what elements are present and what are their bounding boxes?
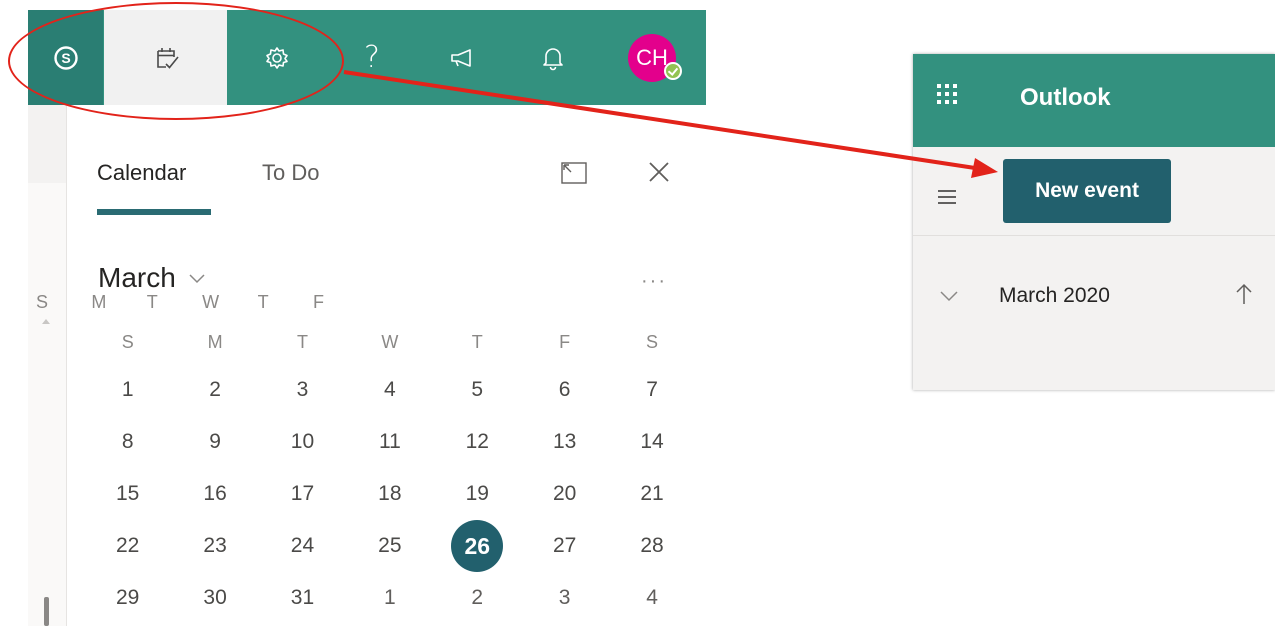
- calendar-day[interactable]: 12: [434, 416, 521, 468]
- close-icon[interactable]: [645, 158, 673, 186]
- calendar-day[interactable]: 17: [259, 468, 346, 520]
- help-icon: ?: [364, 40, 380, 75]
- day-header: T: [296, 331, 308, 352]
- active-tab-indicator: [97, 209, 211, 215]
- day-header: T: [471, 331, 483, 352]
- tab-calendar[interactable]: Calendar: [97, 160, 186, 186]
- new-event-button[interactable]: New event: [1003, 159, 1171, 223]
- calendar-toolbar: New event: [913, 147, 1275, 236]
- day-header: M: [207, 331, 223, 352]
- calendar-day[interactable]: 20: [521, 468, 608, 520]
- calendar-day[interactable]: 18: [346, 468, 433, 520]
- app-title: Outlook: [1020, 84, 1111, 111]
- calendar-day[interactable]: 2: [171, 364, 258, 416]
- arrow-up-icon[interactable]: [1235, 282, 1253, 306]
- calendar-day-next-month[interactable]: 4: [608, 572, 695, 624]
- avatar: CH: [628, 33, 682, 82]
- chevron-down-icon[interactable]: [939, 290, 959, 302]
- account-button[interactable]: CH: [624, 10, 682, 105]
- calendar-day-next-month[interactable]: 3: [521, 572, 608, 624]
- calendar-day[interactable]: 9: [171, 416, 258, 468]
- outlook-day-headers: S M T W T F: [36, 292, 368, 313]
- bell-icon: [543, 47, 563, 70]
- calendar-day[interactable]: 15: [84, 468, 171, 520]
- day-header: F: [559, 331, 571, 352]
- calendar-day[interactable]: 27: [521, 520, 608, 572]
- megaphone-icon: [451, 48, 471, 67]
- month-year-label[interactable]: March 2020: [999, 284, 1110, 308]
- tab-todo[interactable]: To Do: [262, 160, 319, 186]
- month-picker[interactable]: March: [98, 262, 206, 294]
- outlook-calendar-view: Outlook New event March 2020: [913, 54, 1275, 390]
- scrollbar-thumb[interactable]: [44, 597, 49, 626]
- calendar-day[interactable]: 7: [608, 364, 695, 416]
- calendar-day[interactable]: 8: [84, 416, 171, 468]
- day-header: S: [646, 331, 659, 352]
- day-header: F: [312, 292, 324, 312]
- day-header: M: [91, 292, 107, 312]
- calendar-day[interactable]: 29: [84, 572, 171, 624]
- calendar-day[interactable]: 30: [171, 572, 258, 624]
- calendar-day-next-month[interactable]: 1: [346, 572, 433, 624]
- day-header: W: [202, 292, 220, 312]
- day-header: T: [146, 292, 158, 312]
- mail-list-header-band: [28, 105, 66, 183]
- whats-new-button[interactable]: [417, 10, 507, 105]
- day-header: S: [121, 331, 134, 352]
- app-launcher-icon[interactable]: [935, 82, 959, 106]
- day-header: W: [381, 331, 399, 352]
- mini-calendar-header: March 2020: [913, 278, 1275, 318]
- calendar-day[interactable]: 14: [608, 416, 695, 468]
- calendar-day-today[interactable]: 26: [434, 520, 521, 572]
- app-header: Outlook: [913, 54, 1275, 147]
- presence-available-icon: [664, 61, 682, 80]
- calendar-day[interactable]: 3: [259, 364, 346, 416]
- calendar-day[interactable]: 22: [84, 520, 171, 572]
- calendar-day[interactable]: 21: [608, 468, 695, 520]
- calendar-day[interactable]: 13: [521, 416, 608, 468]
- annotation-ellipse: [8, 2, 344, 120]
- day-header: T: [257, 292, 269, 312]
- calendar-day[interactable]: 4: [346, 364, 433, 416]
- chevron-down-icon: [189, 274, 205, 284]
- calendar-day-next-month[interactable]: 2: [434, 572, 521, 624]
- calendar-day[interactable]: 10: [259, 416, 346, 468]
- calendar-day[interactable]: 23: [171, 520, 258, 572]
- calendar-day[interactable]: 16: [171, 468, 258, 520]
- expand-icon[interactable]: [561, 162, 587, 184]
- calendar-day[interactable]: 11: [346, 416, 433, 468]
- avatar-initials: CH: [636, 44, 668, 70]
- scroll-up-arrow-icon[interactable]: [42, 319, 50, 324]
- calendar-day[interactable]: 1: [84, 364, 171, 416]
- calendar-day[interactable]: 25: [346, 520, 433, 572]
- mail-list-edge: [28, 105, 67, 626]
- more-options-button[interactable]: ···: [641, 270, 667, 293]
- notifications-button[interactable]: [507, 10, 599, 105]
- day-header: S: [36, 292, 49, 312]
- calendar-day[interactable]: 19: [434, 468, 521, 520]
- hamburger-menu-icon[interactable]: [937, 189, 957, 205]
- calendar-day[interactable]: 28: [608, 520, 695, 572]
- calendar-day[interactable]: 5: [434, 364, 521, 416]
- month-label: March: [98, 262, 176, 293]
- calendar-day[interactable]: 6: [521, 364, 608, 416]
- mini-calendar-grid: S M T W T F S 1 2 3 4 5 6 7 8 9 10 11 12…: [84, 320, 696, 624]
- calendar-day[interactable]: 24: [259, 520, 346, 572]
- calendar-day[interactable]: 31: [259, 572, 346, 624]
